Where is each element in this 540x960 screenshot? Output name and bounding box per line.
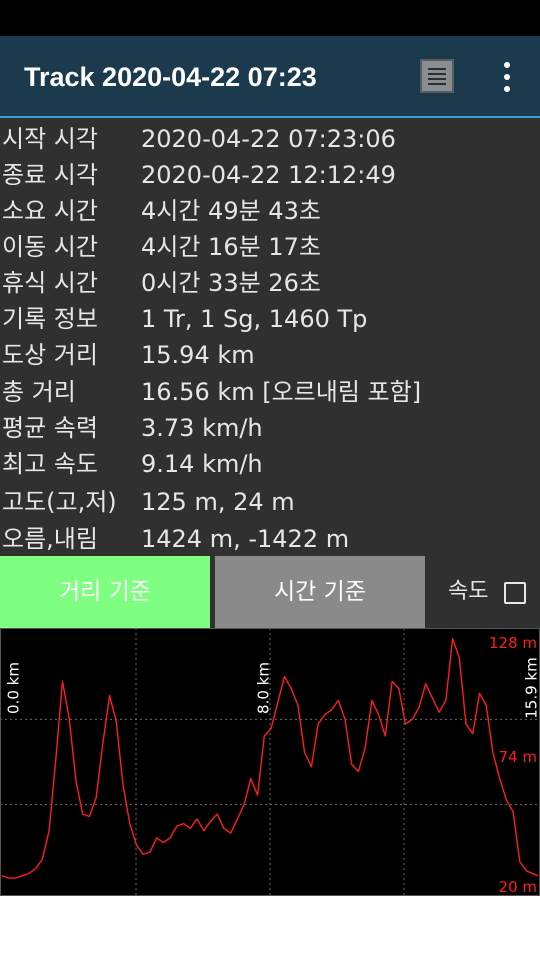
- info-label: 이동 시간: [2, 233, 98, 261]
- x-tick-label: 8.0 km: [255, 662, 273, 714]
- speed-label: 속도: [448, 579, 489, 604]
- time-basis-button[interactable]: 시간 기준: [215, 556, 425, 628]
- info-value: 4시간 16분 17초: [141, 233, 321, 261]
- info-value: 15.94 km: [141, 341, 255, 369]
- info-row-rest-time: 휴식 시간 0시간 33분 26초: [0, 265, 540, 301]
- info-label: 종료 시각: [2, 161, 98, 189]
- track-info-panel: 시작 시각 2020-04-22 07:23:06 종료 시각 2020-04-…: [0, 118, 540, 556]
- distance-basis-button[interactable]: 거리 기준: [0, 556, 210, 628]
- elevation-chart-svg: 0.0 km 8.0 km 15.9 km 128 m 74 m 20 m: [0, 628, 540, 896]
- info-label: 휴식 시간: [2, 269, 98, 297]
- info-value: 1424 m, -1422 m: [141, 525, 350, 553]
- info-row-total-distance: 총 거리 16.56 km [오르내림 포함]: [0, 374, 540, 410]
- info-value: 2020-04-22 07:23:06: [141, 125, 396, 153]
- info-label: 최고 속도: [2, 450, 98, 478]
- info-value: 1 Tr, 1 Sg, 1460 Tp: [141, 305, 368, 333]
- info-label: 소요 시간: [2, 197, 98, 225]
- info-label: 시작 시각: [2, 125, 98, 153]
- x-tick-label: 0.0 km: [5, 662, 23, 714]
- info-value: 125 m, 24 m: [141, 488, 295, 516]
- info-row-record-info: 기록 정보 1 Tr, 1 Sg, 1460 Tp: [0, 301, 540, 337]
- info-row-avg-speed: 평균 속력 3.73 km/h: [0, 410, 540, 446]
- info-value: 4시간 49분 43초: [141, 197, 321, 225]
- more-vert-icon[interactable]: [496, 62, 518, 92]
- info-value: 0시간 33분 26초: [141, 269, 321, 297]
- info-row-altitude: 고도(고,저) 125 m, 24 m: [0, 484, 540, 520]
- speed-checkbox[interactable]: [504, 582, 526, 604]
- y-tick-label: 20 m: [499, 878, 537, 896]
- info-label: 도상 거리: [2, 341, 98, 369]
- info-label: 고도(고,저): [2, 488, 117, 516]
- y-tick-label: 128 m: [489, 634, 537, 652]
- list-view-icon[interactable]: [420, 59, 454, 93]
- x-tick-label: 15.9 km: [523, 657, 540, 718]
- chart-controls: 거리 기준 시간 기준 속도: [0, 556, 540, 628]
- info-label: 오름,내림: [2, 525, 98, 553]
- elevation-chart: 0.0 km 8.0 km 15.9 km 128 m 74 m 20 m: [0, 628, 540, 896]
- info-value: 2020-04-22 12:12:49: [141, 161, 396, 189]
- info-row-ascent-descent: 오름,내림 1424 m, -1422 m: [0, 521, 540, 557]
- info-label: 기록 정보: [2, 305, 98, 333]
- page-title: Track 2020-04-22 07:23: [24, 62, 317, 92]
- info-row-max-speed: 최고 속도 9.14 km/h: [0, 446, 540, 482]
- info-label: 총 거리: [2, 378, 76, 406]
- info-row-duration: 소요 시간 4시간 49분 43초: [0, 193, 540, 229]
- info-row-map-distance: 도상 거리 15.94 km: [0, 337, 540, 373]
- info-value: 16.56 km [오르내림 포함]: [141, 378, 422, 406]
- info-row-moving-time: 이동 시간 4시간 16분 17초: [0, 229, 540, 265]
- app-bar: Track 2020-04-22 07:23: [0, 36, 540, 118]
- info-row-end-time: 종료 시각 2020-04-22 12:12:49: [0, 157, 540, 193]
- y-tick-label: 74 m: [499, 748, 537, 766]
- info-value: 3.73 km/h: [141, 414, 263, 442]
- info-row-start-time: 시작 시각 2020-04-22 07:23:06: [0, 121, 540, 157]
- info-value: 9.14 km/h: [141, 450, 263, 478]
- info-label: 평균 속력: [2, 414, 98, 442]
- status-bar: [0, 0, 540, 36]
